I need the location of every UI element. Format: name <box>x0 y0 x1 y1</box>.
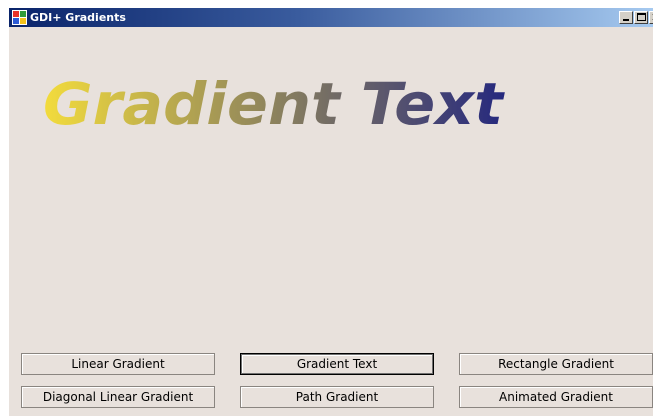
window-title: GDI+ Gradients <box>30 11 126 24</box>
maximize-button[interactable] <box>634 11 648 24</box>
windows-app-icon[interactable] <box>12 10 27 25</box>
rectangle-gradient-button[interactable]: Rectangle Gradient <box>459 353 653 375</box>
linear-gradient-button[interactable]: Linear Gradient <box>21 353 215 375</box>
animated-gradient-button[interactable]: Animated Gradient <box>459 386 653 408</box>
gradient-text-display: Gradient Text <box>43 70 505 138</box>
maximize-icon <box>637 13 646 21</box>
app-window: GDI+ Gradients Gradient Text Linear Grad… <box>9 8 653 416</box>
close-button[interactable] <box>649 11 653 24</box>
gradient-text: Gradient Text <box>43 70 505 138</box>
diagonal-linear-gradient-button[interactable]: Diagonal Linear Gradient <box>21 386 215 408</box>
gradient-text-button[interactable]: Gradient Text <box>240 353 434 375</box>
path-gradient-button[interactable]: Path Gradient <box>240 386 434 408</box>
minimize-button[interactable] <box>619 11 633 24</box>
title-bar[interactable]: GDI+ Gradients <box>9 8 653 27</box>
minimize-icon <box>623 19 629 21</box>
